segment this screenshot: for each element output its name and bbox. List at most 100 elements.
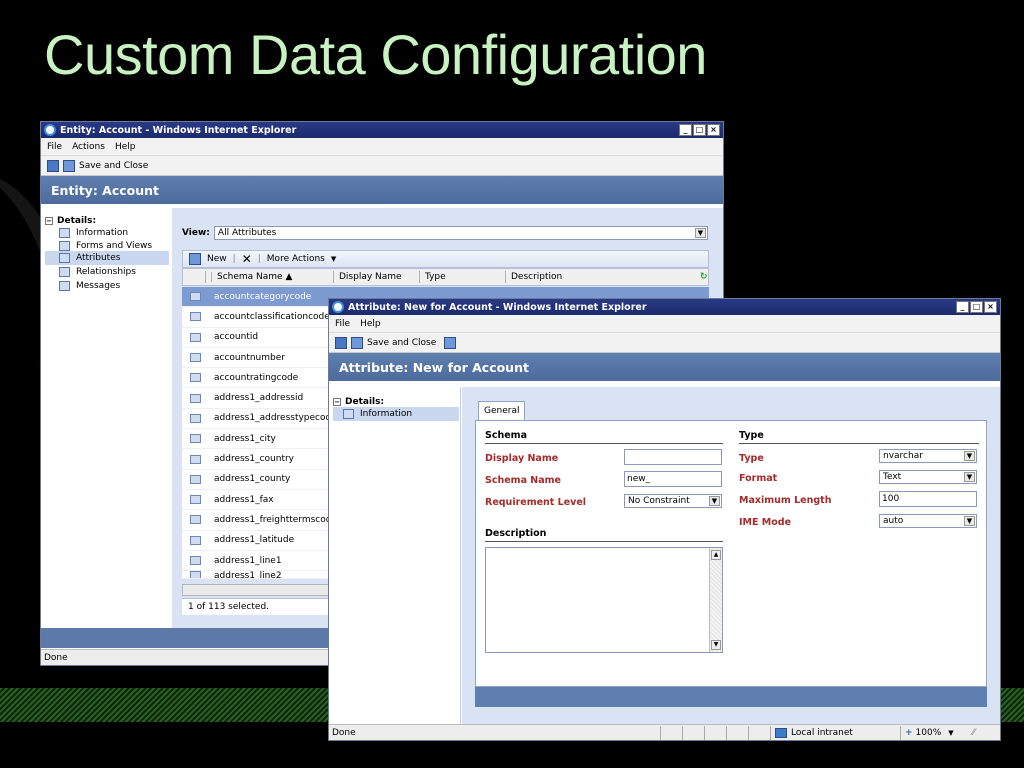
maximize-button[interactable]: □ [693,124,706,136]
messages-icon [59,281,70,291]
refresh-icon[interactable]: ↻ [695,271,708,283]
menu-bar: File Actions Help [41,138,723,156]
status-text: Done [332,727,356,738]
new-button[interactable]: New [207,254,227,264]
nav-item-relationships[interactable]: Relationships [45,265,169,279]
requirement-level-select[interactable]: No Constraint ▼ [624,494,722,508]
maximum-length-input[interactable]: 100 [879,491,977,507]
row-icon [190,312,201,322]
row-icon [190,515,201,525]
description-textarea[interactable]: ▲ ▼ [485,547,723,653]
minimize-button[interactable]: _ [956,301,969,313]
save-new-icon[interactable] [444,336,457,349]
row-icon [190,393,201,403]
chevron-down-icon: ▼ [709,496,720,506]
nav-title: Details: [57,216,97,226]
type-section-title: Type [739,430,979,444]
display-name-label: Display Name [485,453,559,464]
chevron-down-icon: ▼ [948,728,954,737]
view-select[interactable]: All Attributes ▼ [213,226,708,240]
more-actions-button[interactable]: More Actions [267,254,325,264]
tab-general[interactable]: General [478,401,526,420]
status-text: Done [44,652,68,663]
toolbar: Save and Close [329,333,1000,353]
minimize-button[interactable]: _ [679,124,692,136]
details-nav: − Details: Information Forms and Views A… [45,216,169,293]
page-header: Attribute: New for Account [329,353,1000,381]
type-select[interactable]: nvarchar ▼ [879,449,977,463]
row-icon [190,454,201,464]
display-name-input[interactable] [624,449,722,465]
slide-title: Custom Data Configuration [44,23,707,86]
row-icon [190,434,201,444]
scroll-up-icon[interactable]: ▲ [711,550,721,560]
nav-item-forms-and-views[interactable]: Forms and Views [45,240,169,251]
chevron-down-icon: ▼ [330,255,337,263]
save-icon[interactable] [47,159,59,172]
forms-icon [59,240,70,251]
column-display-name[interactable]: Display Name [333,271,419,283]
menu-help[interactable]: Help [360,319,381,329]
maximum-length-label: Maximum Length [739,495,832,506]
information-icon [343,409,354,419]
row-icon [190,535,201,545]
menu-file[interactable]: File [47,142,62,152]
row-icon [190,556,201,565]
nav-title: Details: [345,397,385,407]
save-icon[interactable] [335,336,347,349]
schema-name-label: Schema Name [485,475,561,486]
information-icon [59,228,70,238]
save-and-close-button[interactable]: Save and Close [79,161,148,171]
delete-icon[interactable]: ✕ [242,252,252,266]
column-description[interactable]: Description [505,271,695,283]
vertical-scrollbar[interactable]: ▲ ▼ [709,548,722,652]
save-close-icon[interactable] [351,336,363,349]
row-icon [190,292,201,302]
ime-mode-label: IME Mode [739,517,792,528]
close-button[interactable]: × [707,124,720,136]
column-type[interactable]: Type [419,271,505,283]
save-and-close-button[interactable]: Save and Close [367,338,436,348]
resize-grip-icon[interactable]: ⁄⁄ [972,728,975,738]
collapse-icon[interactable]: − [45,217,53,225]
column-schema-name[interactable]: Schema Name ▲ [205,271,333,283]
nav-item-attributes[interactable]: Attributes [45,251,169,265]
save-close-icon[interactable] [63,159,75,172]
menu-actions[interactable]: Actions [72,142,105,152]
menu-file[interactable]: File [335,319,350,329]
nav-item-information[interactable]: Information [333,407,459,421]
row-icon [190,353,201,363]
requirement-level-label: Requirement Level [485,497,587,508]
relationships-icon [59,267,70,277]
status-bar: Done Local intranet + 100% ▼ ⁄⁄ [329,724,1000,740]
format-label: Format [739,473,778,484]
chevron-down-icon: ▼ [964,472,975,482]
nav-item-information[interactable]: Information [45,226,169,240]
maximize-button[interactable]: □ [970,301,983,313]
form-footer-strip [475,687,987,707]
attributes-icon [59,253,70,263]
window-titlebar[interactable]: Entity: Account - Windows Internet Explo… [41,122,723,138]
details-nav: − Details: Information [333,397,459,421]
format-select[interactable]: Text ▼ [879,470,977,484]
row-icon [190,474,201,484]
nav-item-messages[interactable]: Messages [45,279,169,293]
window-titlebar[interactable]: Attribute: New for Account - Windows Int… [329,299,1000,315]
row-icon [190,495,201,505]
toolbar: Save and Close [41,156,723,176]
zoom-control[interactable]: + 100% ▼ [900,725,972,740]
row-icon [190,413,201,423]
chevron-down-icon: ▼ [964,451,975,461]
ie-icon [332,301,344,313]
schema-name-input[interactable]: new_ [624,471,722,487]
window-title: Attribute: New for Account - Windows Int… [348,301,647,313]
scroll-down-icon[interactable]: ▼ [711,640,721,650]
chevron-down-icon: ▼ [694,228,706,238]
grid-toolbar: New | ✕ | More Actions ▼ [182,250,709,268]
menu-help[interactable]: Help [115,142,136,152]
collapse-icon[interactable]: − [333,398,341,406]
row-icon [190,332,201,342]
ime-mode-select[interactable]: auto ▼ [879,514,977,528]
security-zone[interactable]: Local intranet [770,725,900,740]
close-button[interactable]: × [984,301,997,313]
